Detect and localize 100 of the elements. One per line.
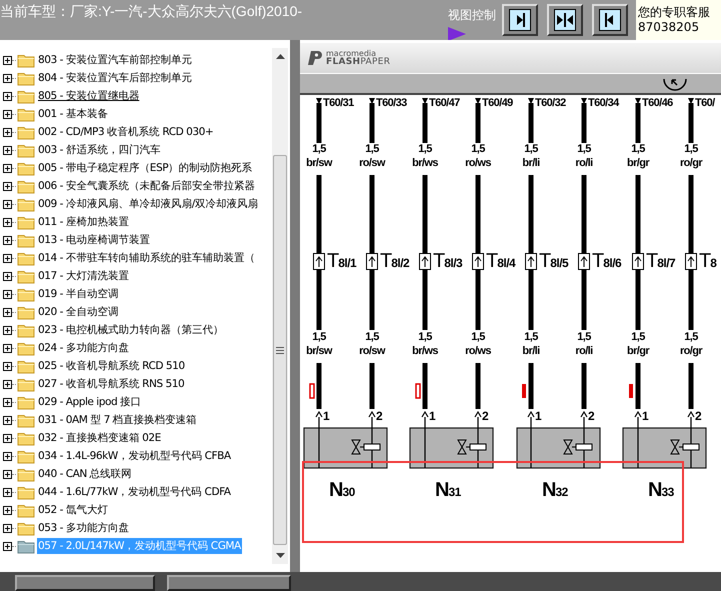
expand-icon[interactable] (3, 452, 12, 460)
folder-icon (17, 538, 35, 554)
tree-item[interactable]: 052 - 氙气大灯 (37, 502, 109, 518)
wire-gauge: 1,5 (576, 331, 592, 343)
wire-color-code: ro/sw (358, 157, 386, 169)
tree-item[interactable]: 803 - 安装位置汽车前部控制单元 (37, 52, 193, 68)
tree-item[interactable]: 014 - 不带驻车转向辅助系统的驻车辅助装置（ (37, 250, 256, 266)
folder-icon (17, 412, 35, 428)
folder-icon (17, 250, 35, 266)
tree-item[interactable]: 017 - 大灯清洗装置 (37, 268, 130, 284)
expand-icon[interactable] (3, 110, 12, 118)
wire-color-code: br/ws (411, 157, 439, 169)
tree-item[interactable]: 003 - 舒适系统，四门汽车 (37, 142, 162, 158)
expand-icon[interactable] (3, 128, 12, 136)
expand-icon[interactable] (3, 272, 12, 280)
wire-color-code: ro/li (574, 345, 594, 357)
wire-gauge: 1,5 (311, 143, 327, 155)
expand-icon[interactable] (3, 254, 12, 262)
wire-gauge: 1,5 (523, 143, 539, 155)
tree-item[interactable]: 804 - 安装位置汽车后部控制单元 (37, 70, 193, 86)
wire-gauge: 1,5 (683, 143, 699, 155)
expand-icon[interactable] (3, 200, 12, 208)
expand-icon[interactable] (3, 218, 12, 226)
bottom-tab[interactable] (15, 575, 155, 591)
expand-icon[interactable] (3, 344, 12, 352)
folder-icon (17, 142, 35, 158)
bottom-tab[interactable] (167, 575, 291, 591)
scrollbar[interactable] (272, 48, 288, 564)
terminal-label: T60/ (695, 97, 715, 109)
pin-number: 2 (376, 409, 383, 423)
wire-gauge: 1,5 (470, 143, 486, 155)
expand-icon[interactable] (3, 398, 12, 406)
terminal-label: T60/32 (535, 97, 566, 109)
folder-icon (17, 358, 35, 374)
tree-item[interactable]: 023 - 电控机械式助力转向器（第三代） (37, 322, 224, 338)
wire-gauge: 1,5 (364, 143, 380, 155)
tree-item[interactable]: 001 - 基本装备 (37, 106, 109, 122)
expand-icon[interactable] (3, 362, 12, 370)
expand-icon[interactable] (3, 434, 12, 442)
tree-item[interactable]: 025 - 收音机导航系统 RCD 510 (37, 358, 186, 374)
tree-item[interactable]: 002 - CD/MP3 收音机系统 RCD 030+ (37, 124, 214, 140)
tree-item[interactable]: 034 - 1.4L-96kW，发动机型号代码 CFBA (37, 448, 232, 464)
expand-icon[interactable] (3, 524, 12, 532)
view-control-label: 视图控制 (448, 7, 496, 24)
tree-item[interactable]: 005 - 带电子稳定程序（ESP）的制动防抱死系 (37, 160, 254, 176)
expand-icon[interactable] (3, 326, 12, 334)
expand-icon[interactable] (3, 488, 12, 496)
expand-icon[interactable] (3, 236, 12, 244)
grip-icon (276, 346, 284, 354)
tree-item[interactable]: 011 - 座椅加热装置 (37, 214, 130, 230)
tree-item[interactable]: 013 - 电动座椅调节装置 (37, 232, 151, 248)
tree-item[interactable]: 044 - 1.6L/77kW，发动机型号代码 CDFA (37, 484, 232, 500)
wire-color-code: ro/ws (464, 157, 492, 169)
connector-icon (313, 253, 325, 270)
tree-item[interactable]: 031 - 0AM 型 7 档直接换档变速箱 (37, 412, 198, 428)
terminal-label: T60/49 (482, 97, 513, 109)
brand-text: macromedia (326, 49, 376, 58)
tree-item[interactable]: 032 - 直接换档变速箱 02E (37, 430, 162, 446)
connector-icon (525, 253, 537, 270)
expand-icon[interactable] (3, 470, 12, 478)
expand-icon[interactable] (3, 182, 12, 190)
scroll-up-icon[interactable] (276, 54, 284, 59)
tree-item[interactable]: 019 - 半自动空调 (37, 286, 120, 302)
terminal-label: T60/46 (642, 97, 673, 109)
expand-icon[interactable] (3, 506, 12, 514)
scroll-thumb[interactable] (273, 155, 287, 545)
tree-item[interactable]: 805 - 安装位置继电器 (37, 88, 140, 104)
connector-icon (472, 253, 484, 270)
scroll-down-icon[interactable] (276, 553, 284, 558)
wire-color-code: br/sw (305, 157, 334, 169)
folder-icon (17, 232, 35, 248)
wire-color-code: br/sw (305, 345, 334, 357)
view-button[interactable] (547, 4, 583, 36)
pin-number: 2 (695, 409, 702, 423)
expand-icon[interactable] (3, 56, 12, 64)
tree-item[interactable]: 024 - 多功能方向盘 (37, 340, 130, 356)
expand-icon[interactable] (3, 542, 12, 550)
pointer-icon[interactable] (663, 79, 687, 93)
tree-item[interactable]: 020 - 全自动空调 (37, 304, 120, 320)
view-button[interactable] (502, 4, 538, 36)
wire-gauge: 1,5 (630, 143, 646, 155)
expand-icon[interactable] (3, 380, 12, 388)
tree-item[interactable]: 029 - Apple ipod 接口 (37, 394, 142, 410)
expand-icon[interactable] (3, 92, 12, 100)
tree-item[interactable]: 053 - 多功能方向盘 (37, 520, 130, 536)
view-button[interactable] (592, 4, 628, 36)
tree-item[interactable]: 009 - 冷却液风扇、单冷却液风扇/双冷却液风扇 (37, 196, 259, 212)
expand-icon[interactable] (3, 146, 12, 154)
service-title: 您的专职客服 (638, 5, 711, 20)
expand-icon[interactable] (3, 74, 12, 82)
wire-color-code: ro/gr (678, 157, 704, 169)
folder-icon (17, 268, 35, 284)
tree-item[interactable]: 040 - CAN 总线联网 (37, 466, 133, 482)
expand-icon[interactable] (3, 416, 12, 424)
expand-icon[interactable] (3, 308, 12, 316)
tree-item[interactable]: 006 - 安全气囊系统（未配备后部安全带拉紧器 (37, 178, 256, 194)
tree-item[interactable]: 027 - 收音机导航系统 RNS 510 (37, 376, 186, 392)
expand-icon[interactable] (3, 164, 12, 172)
folder-icon (17, 88, 35, 104)
expand-icon[interactable] (3, 290, 12, 298)
